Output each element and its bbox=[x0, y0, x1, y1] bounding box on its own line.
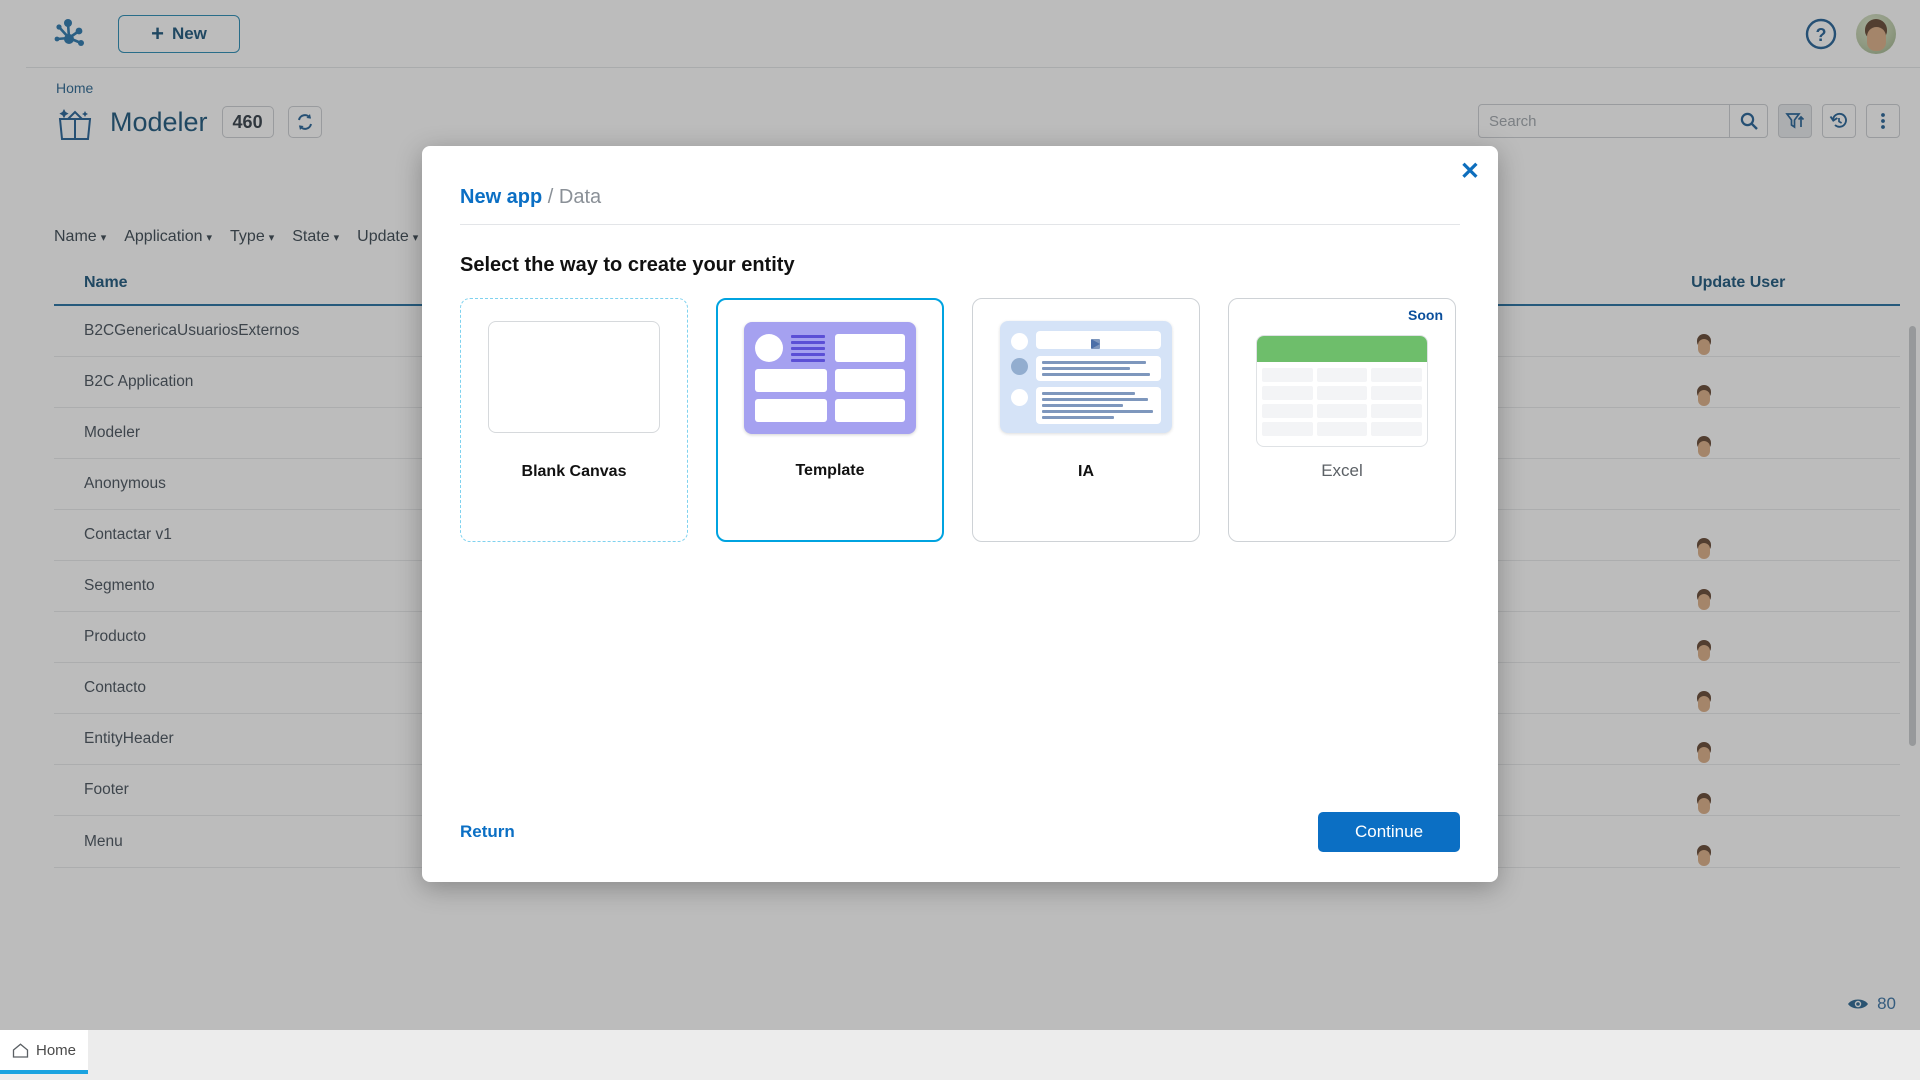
taskbar-item-label: Home bbox=[36, 1042, 76, 1059]
option-card-label: Excel bbox=[1321, 461, 1363, 481]
breadcrumb-current: Data bbox=[559, 186, 601, 208]
breadcrumb-separator: / bbox=[542, 186, 559, 208]
taskbar: Home bbox=[0, 1030, 1920, 1080]
excel-grid-thumbnail-icon bbox=[1256, 335, 1428, 447]
modal-divider bbox=[460, 224, 1460, 225]
option-card-ia[interactable]: IA bbox=[972, 298, 1200, 542]
option-card-label: Blank Canvas bbox=[522, 463, 627, 481]
soon-badge: Soon bbox=[1408, 307, 1443, 323]
breadcrumb-new-app[interactable]: New app bbox=[460, 186, 542, 208]
creation-option-cards: Blank Canvas Template bbox=[460, 298, 1456, 542]
option-card-label: Template bbox=[795, 462, 864, 480]
continue-button[interactable]: Continue bbox=[1318, 812, 1460, 852]
taskbar-item-home[interactable]: Home bbox=[0, 1030, 88, 1074]
option-card-label: IA bbox=[1078, 463, 1094, 481]
return-button[interactable]: Return bbox=[460, 822, 515, 842]
modal-footer: Return Continue bbox=[460, 812, 1460, 852]
close-icon[interactable]: ✕ bbox=[1460, 160, 1480, 184]
modal-subtitle: Select the way to create your entity bbox=[460, 254, 795, 277]
template-thumbnail-icon bbox=[744, 322, 916, 434]
option-card-blank-canvas[interactable]: Blank Canvas bbox=[460, 298, 688, 542]
modal-breadcrumb: New app / Data bbox=[460, 186, 601, 209]
option-card-excel[interactable]: Soon Excel bbox=[1228, 298, 1456, 542]
home-icon bbox=[12, 1043, 29, 1058]
new-app-modal: ✕ New app / Data Select the way to creat… bbox=[422, 146, 1498, 882]
ia-chat-thumbnail-icon bbox=[1000, 321, 1172, 433]
blank-thumbnail-icon bbox=[488, 321, 660, 433]
option-card-template[interactable]: Template bbox=[716, 298, 944, 542]
